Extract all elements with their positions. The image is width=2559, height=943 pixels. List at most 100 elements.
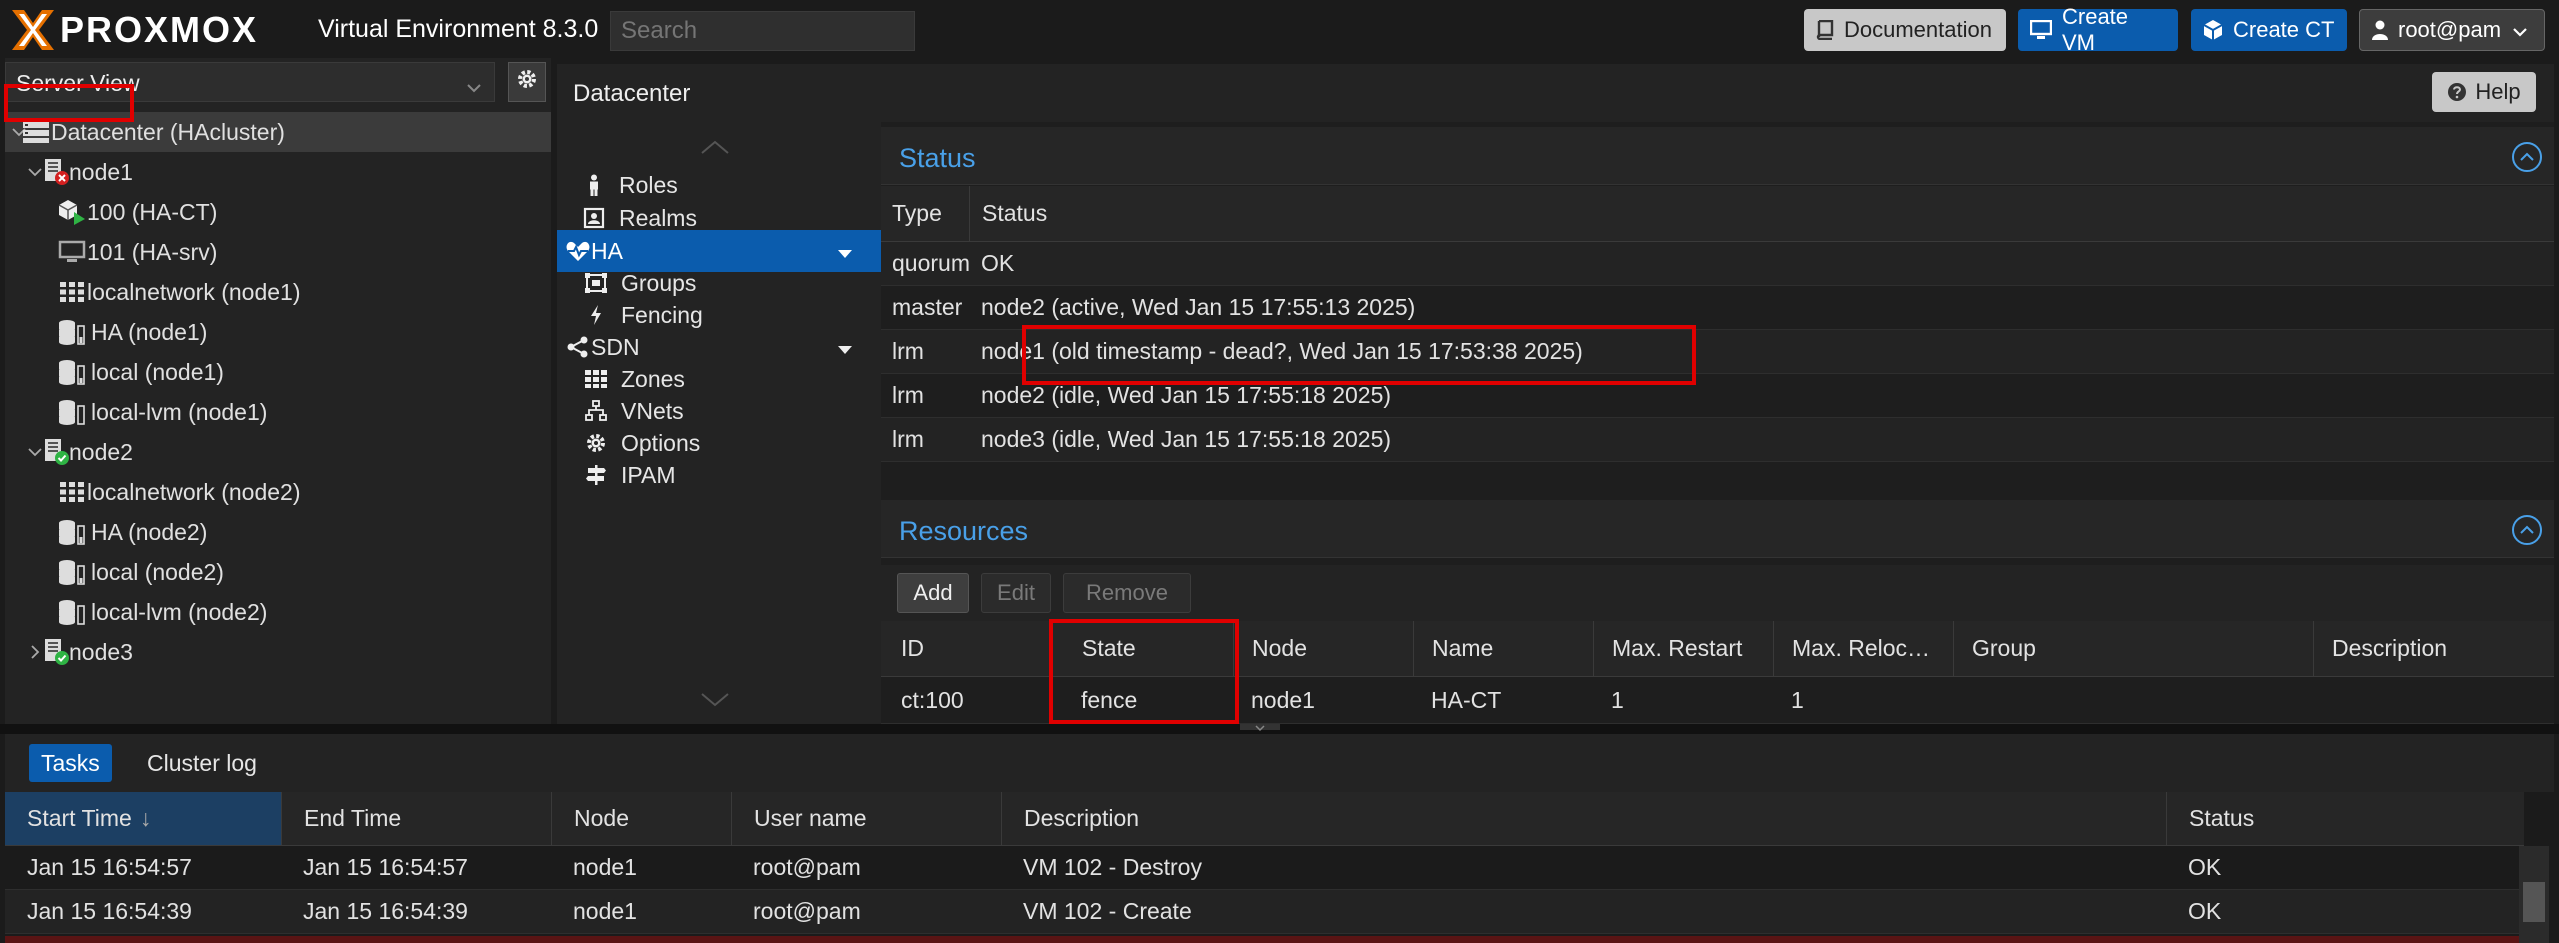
resource-node: node1	[1251, 686, 1315, 713]
collapse-up-icon[interactable]	[2512, 142, 2542, 172]
create-vm-label: Create VM	[2062, 4, 2129, 55]
documentation-button[interactable]: Documentation	[1804, 9, 2006, 51]
tree-item-localnetwork-node2[interactable]: localnetwork (node2)	[5, 472, 551, 512]
tree-item-ha-storage-node2[interactable]: HA (node2)	[5, 512, 551, 552]
tree-item-local-node1[interactable]: local (node1)	[5, 352, 551, 392]
person-icon	[581, 172, 607, 198]
scroll-up-icon[interactable]	[700, 134, 730, 162]
resource-max-restart: 1	[1611, 686, 1624, 713]
tab-cluster-log[interactable]: Cluster log	[135, 744, 269, 782]
nav-item-label: Fencing	[621, 301, 703, 328]
nav-item-label: IPAM	[621, 461, 676, 488]
tree-item-ha-storage-node1[interactable]: HA (node1)	[5, 312, 551, 352]
cube-icon	[2203, 19, 2223, 41]
monitor-icon	[2030, 20, 2052, 40]
task-row[interactable]: Jan 15 16:54:39 Jan 15 16:54:39 node1 ro…	[5, 890, 2524, 934]
task-description: VM 102 - Destroy	[1023, 854, 1202, 880]
tree-item-localnetwork-node1[interactable]: localnetwork (node1)	[5, 272, 551, 312]
remove-resource-button[interactable]: Remove	[1063, 573, 1191, 613]
search-input[interactable]	[610, 11, 915, 51]
tree-item-local-lvm-node1[interactable]: local-lvm (node1)	[5, 392, 551, 432]
column-header-start-time[interactable]: Start Time ↓	[5, 792, 281, 845]
status-section-header: Status	[881, 127, 2554, 185]
create-vm-button[interactable]: Create VM	[2018, 4, 2178, 55]
gear-icon	[583, 430, 609, 456]
book-icon	[1816, 20, 1834, 40]
tasks-grid-header: Start Time ↓ End Time Node User name Des…	[5, 792, 2524, 846]
resource-group	[1953, 677, 2313, 723]
tasks-scrollbar[interactable]	[2519, 846, 2549, 943]
caret-down-icon[interactable]	[837, 238, 853, 265]
tree-item-vm-101[interactable]: 101 (HA-srv)	[5, 232, 551, 272]
panel-splitter[interactable]	[0, 724, 2559, 734]
column-header-status[interactable]: Status	[2166, 792, 2524, 845]
task-user: root@pam	[753, 854, 861, 880]
column-header-status[interactable]: Status	[969, 186, 2554, 241]
column-header-node[interactable]: Node	[551, 792, 731, 845]
status-row[interactable]: lrm node3 (idle, Wed Jan 15 17:55:18 202…	[881, 418, 2554, 462]
status-row[interactable]: master node2 (active, Wed Jan 15 17:55:1…	[881, 286, 2554, 330]
task-start-time: Jan 15 16:54:57	[27, 854, 192, 880]
nav-item-sdn-ipam[interactable]: IPAM	[557, 454, 881, 496]
heartbeat-icon	[565, 238, 591, 264]
nav-item-label: Zones	[621, 365, 685, 392]
column-header-user-name[interactable]: User name	[731, 792, 1001, 845]
column-header-end-time[interactable]: End Time	[281, 792, 551, 845]
tree-item-label: node1	[69, 158, 133, 185]
status-row[interactable]: quorum OK	[881, 242, 2554, 286]
status-type: lrm	[892, 426, 924, 452]
task-status: OK	[2188, 898, 2222, 924]
nav-item-label: SDN	[591, 333, 640, 360]
tree-item-node2[interactable]: node2	[5, 432, 551, 472]
highlight-box-state-fence	[1049, 619, 1239, 724]
column-header-max-reloc[interactable]: Max. Reloc…	[1773, 621, 1953, 676]
collapse-up-icon[interactable]	[2512, 515, 2542, 545]
caret-down-icon[interactable]	[837, 334, 853, 361]
tree-item-ct-100[interactable]: 100 (HA-CT)	[5, 192, 551, 232]
column-header-description[interactable]: Description	[2313, 621, 2554, 676]
status-value: OK	[981, 250, 1015, 276]
column-header-max-restart[interactable]: Max. Restart	[1593, 621, 1773, 676]
node-online-icon	[39, 637, 73, 667]
tree-item-label: localnetwork (node1)	[87, 278, 301, 305]
tree-item-node1[interactable]: node1	[5, 152, 551, 192]
tree-item-node3[interactable]: node3	[5, 632, 551, 672]
add-resource-button[interactable]: Add	[897, 573, 969, 613]
container-running-icon	[55, 197, 89, 227]
status-value: node3 (idle, Wed Jan 15 17:55:18 2025)	[981, 426, 1392, 452]
tab-tasks[interactable]: Tasks	[29, 744, 112, 782]
nav-item-label: Groups	[621, 269, 697, 296]
proxmox-logo[interactable]: PROXMOX	[10, 8, 258, 52]
tree-item-label: Datacenter (HAcluster)	[51, 118, 285, 145]
column-header-type[interactable]: Type	[881, 186, 969, 241]
column-header-name[interactable]: Name	[1413, 621, 1593, 676]
column-header-node[interactable]: Node	[1233, 621, 1413, 676]
column-header-description[interactable]: Description	[1001, 792, 2166, 845]
nav-item-label: Options	[621, 429, 701, 456]
tree-item-local-node2[interactable]: local (node2)	[5, 552, 551, 592]
column-header-id[interactable]: ID	[881, 621, 1049, 676]
product-name: Virtual Environment 8.3.0	[318, 15, 599, 43]
splitter-handle-icon[interactable]	[1240, 724, 1280, 734]
status-type: lrm	[892, 382, 924, 408]
tree-item-label: local-lvm (node2)	[91, 598, 268, 625]
tree-item-local-lvm-node2[interactable]: local-lvm (node2)	[5, 592, 551, 632]
signpost-icon	[583, 462, 609, 488]
proxmox-x-icon	[12, 10, 54, 50]
column-header-group[interactable]: Group	[1953, 621, 2313, 676]
scroll-down-icon[interactable]	[700, 687, 730, 715]
sort-descending-icon: ↓	[139, 805, 152, 831]
node-online-icon	[39, 437, 73, 467]
task-row[interactable]: Jan 15 16:54:57 Jan 15 16:54:57 node1 ro…	[5, 846, 2524, 890]
user-menu-button[interactable]: root@pam	[2359, 9, 2545, 51]
failed-task-row-partial[interactable]	[5, 936, 2524, 943]
top-bar: PROXMOX Virtual Environment 8.3.0 Docume…	[0, 0, 2559, 58]
edit-resource-button[interactable]: Edit	[981, 573, 1051, 613]
documentation-label: Documentation	[1844, 17, 1992, 42]
help-button[interactable]: Help	[2432, 72, 2536, 112]
create-ct-button[interactable]: Create CT	[2191, 9, 2347, 51]
tree-settings-button[interactable]	[508, 62, 546, 102]
sitemap-icon	[583, 398, 609, 424]
scrollbar-thumb[interactable]	[2523, 882, 2545, 922]
tree-item-label: node2	[69, 438, 133, 465]
